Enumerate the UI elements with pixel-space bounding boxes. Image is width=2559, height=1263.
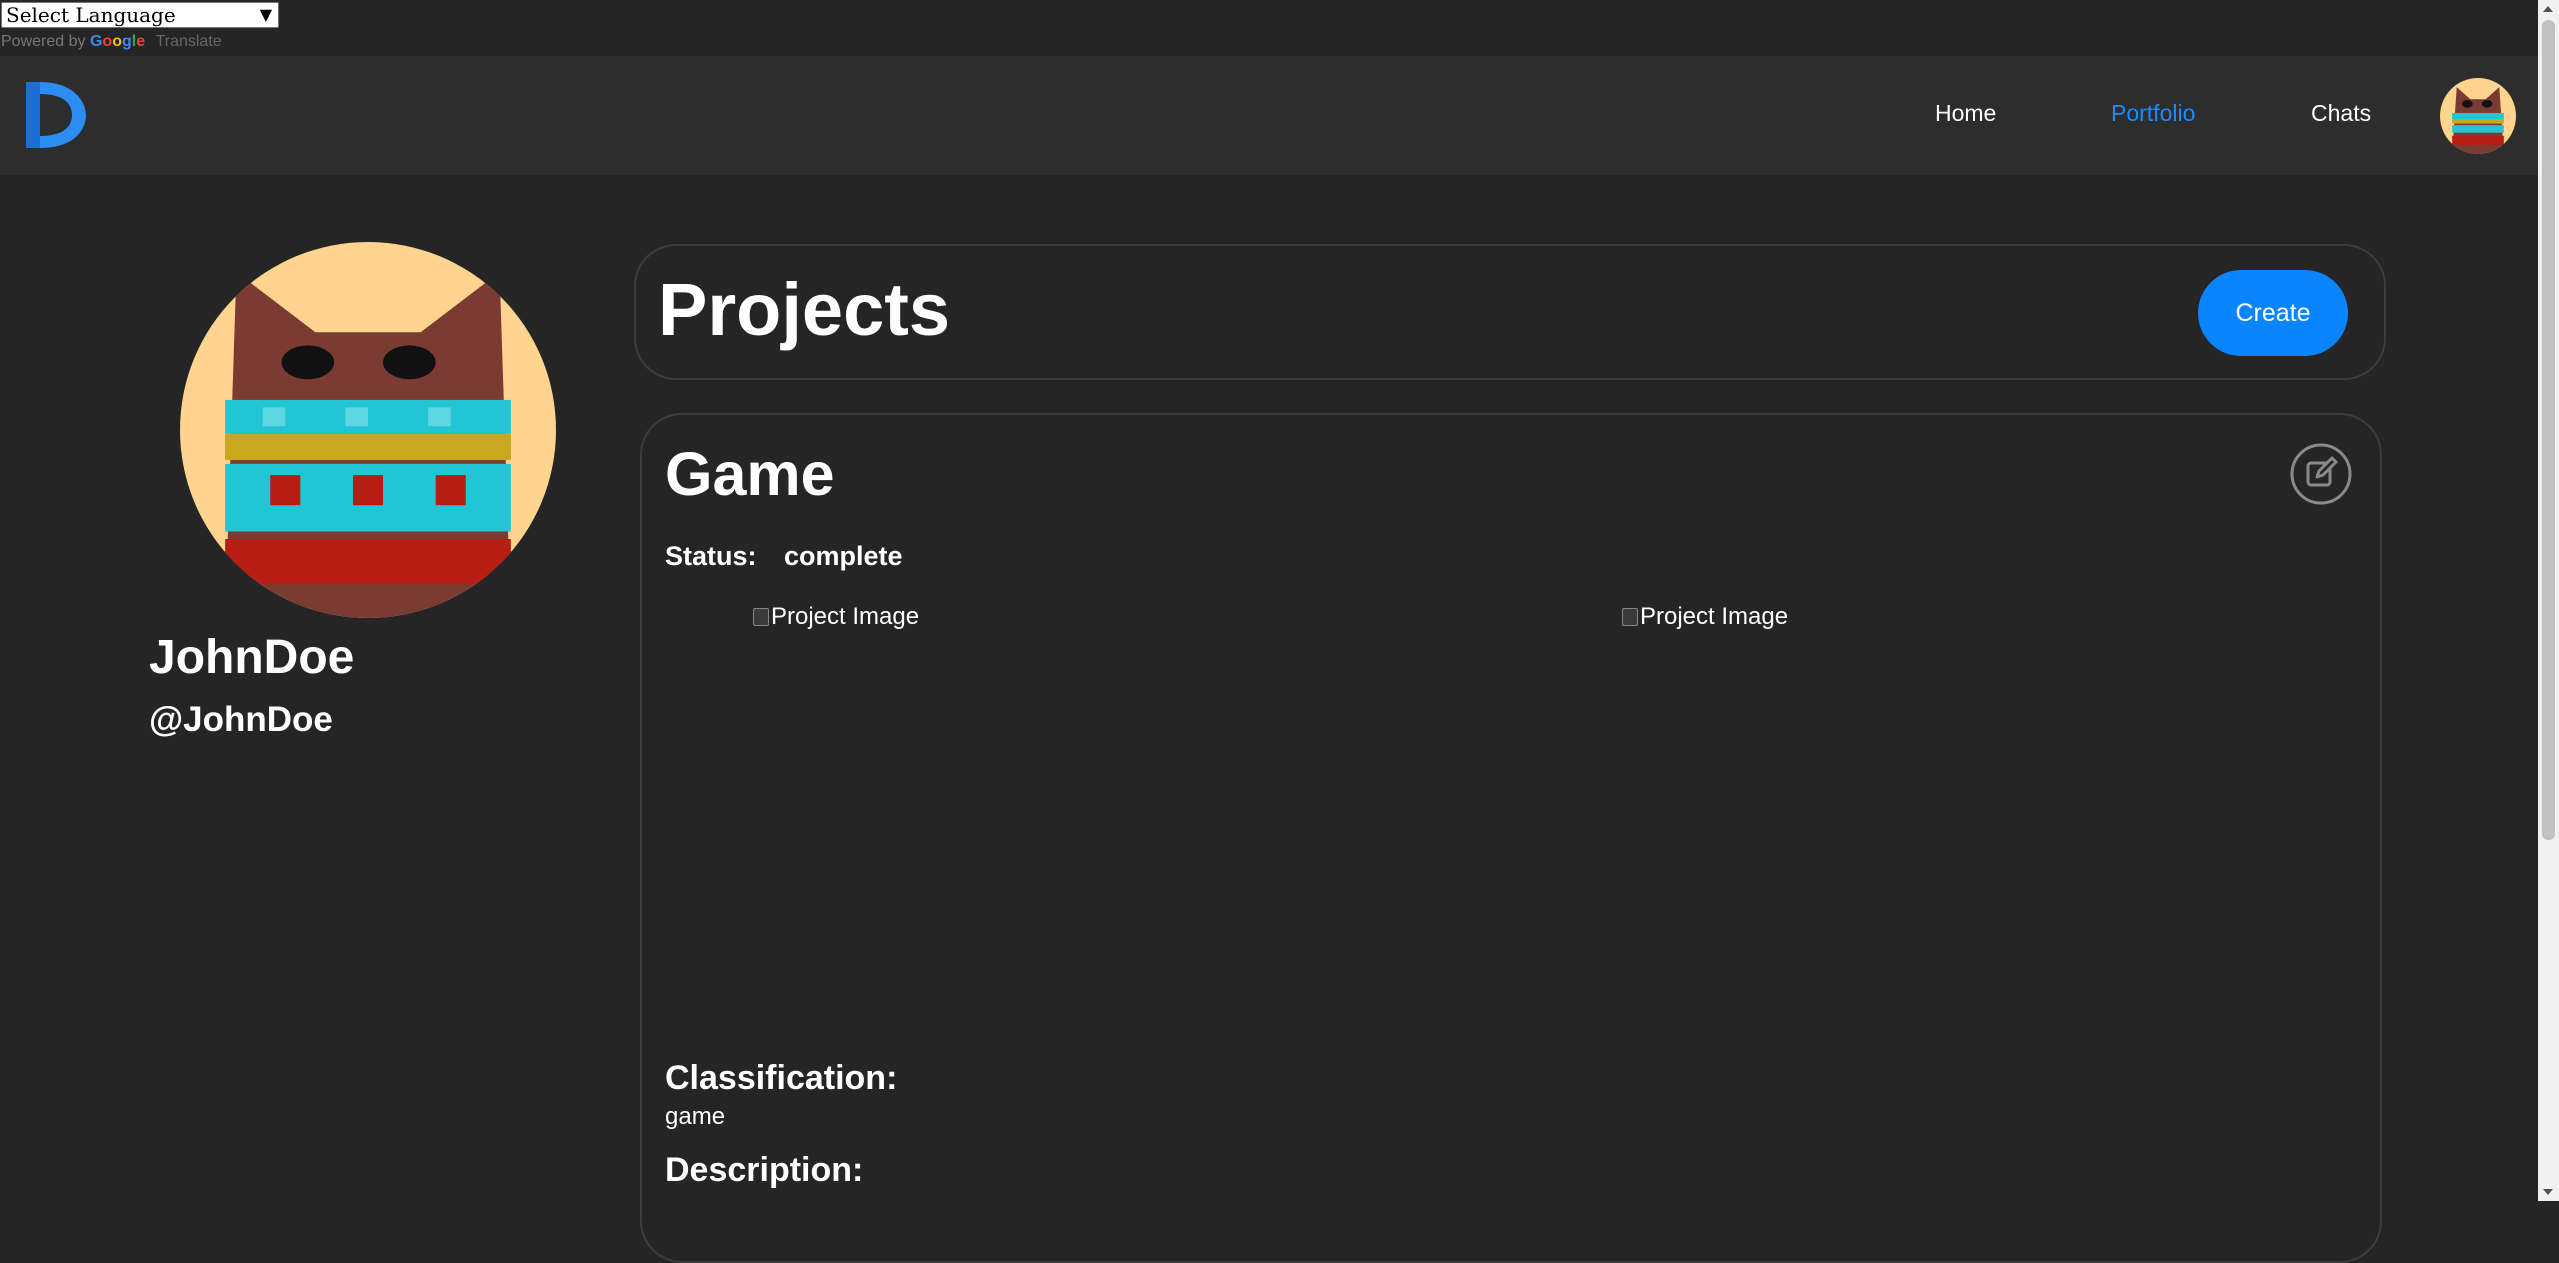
user-avatar[interactable] <box>2440 78 2516 154</box>
page-scrollbar[interactable] <box>2538 0 2559 1201</box>
translate-bar: Select Language ▼ Powered by Google Tran… <box>0 0 2559 56</box>
project-status: Status: complete <box>665 541 903 572</box>
project-title: Game <box>665 440 835 508</box>
edit-icon[interactable] <box>2290 443 2352 505</box>
project-image: Project Image <box>753 603 919 631</box>
nav-portfolio[interactable]: Portfolio <box>2111 100 2195 127</box>
scroll-up-arrow-icon[interactable] <box>2543 6 2553 12</box>
create-project-button[interactable]: Create <box>2198 270 2348 356</box>
translate-link[interactable]: Translate <box>156 33 222 50</box>
logo-icon[interactable] <box>20 78 90 152</box>
status-label: Status: <box>665 541 757 571</box>
scroll-down-arrow-icon[interactable] <box>2543 1189 2553 1195</box>
language-select[interactable]: Select Language ▼ <box>1 2 279 28</box>
nav-chats[interactable]: Chats <box>2311 100 2371 127</box>
language-select-label: Select Language <box>6 3 176 27</box>
projects-title: Projects <box>658 268 951 351</box>
broken-image-icon <box>753 608 769 626</box>
powered-by-google: Powered by Google Translate <box>1 33 222 51</box>
project-image-alt: Project Image <box>1640 603 1789 630</box>
classification-label: Classification: <box>665 1059 898 1097</box>
google-logo: Google <box>89 33 146 50</box>
dropdown-arrow-icon: ▼ <box>259 5 272 24</box>
status-value: complete <box>784 541 903 571</box>
project-image: Project Image <box>1622 603 1788 631</box>
project-card: Game Status: complete Project Image Proj… <box>640 413 2382 1263</box>
powered-by-text: Powered by <box>1 33 86 50</box>
profile-handle: @JohnDoe <box>149 700 333 739</box>
profile-avatar <box>180 242 556 618</box>
nav-home[interactable]: Home <box>1935 100 1996 127</box>
description-label: Description: <box>665 1151 864 1189</box>
classification-value: game <box>665 1103 726 1130</box>
scroll-thumb[interactable] <box>2542 20 2555 840</box>
broken-image-icon <box>1622 608 1638 626</box>
project-image-alt: Project Image <box>771 603 920 630</box>
projects-header: Projects Create <box>634 244 2386 380</box>
navbar: Home Portfolio Chats <box>0 56 2538 175</box>
profile-display-name: JohnDoe <box>149 631 355 684</box>
